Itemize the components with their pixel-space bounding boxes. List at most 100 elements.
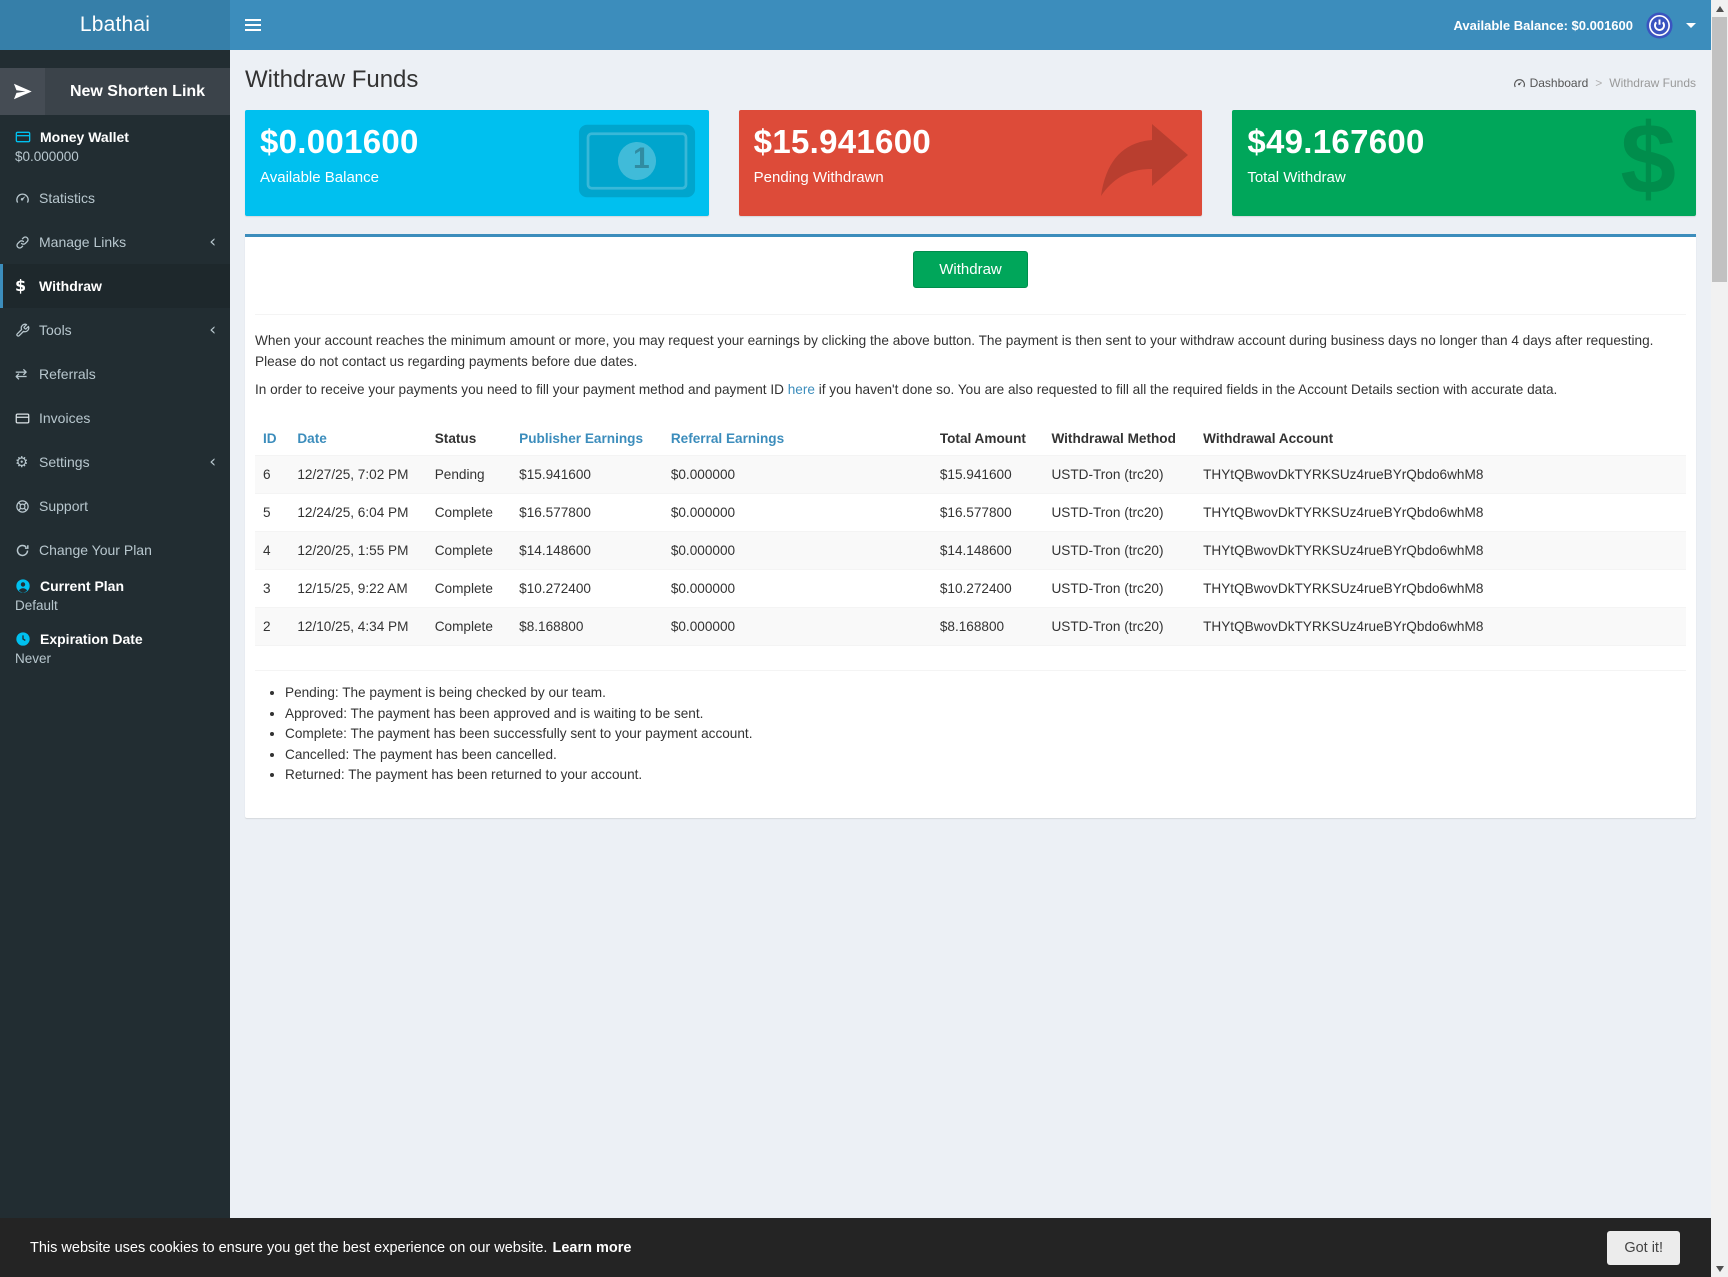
navbar: Available Balance: $0.001600 [230,0,1728,50]
col-header-withdrawal-account: Withdrawal Account [1195,422,1686,456]
learn-more-link[interactable]: Learn more [552,1240,631,1256]
life-ring-icon [15,499,39,514]
money-wallet-block: Money Wallet $0.000000 [0,115,230,166]
sidebar-item-label: Change Your Plan [39,542,152,558]
col-header-status: Status [427,422,511,456]
sidebar-item-label: Tools [39,322,72,338]
col-header-publisher-earnings[interactable]: Publisher Earnings [511,422,663,456]
withdraw-info-paragraph: When your account reaches the minimum am… [255,330,1686,372]
scroll-up-arrow-icon[interactable] [1711,0,1728,17]
available-balance-text: Available Balance: $0.001600 [1454,18,1633,33]
total-withdraw-card: $49.167600 Total Withdraw $ [1232,110,1696,216]
page-title: Withdraw Funds [245,66,418,94]
withdraw-button[interactable]: Withdraw [913,251,1028,288]
table-row: 2 12/10/25, 4:34 PM Complete $8.168800 $… [255,608,1686,646]
expiration-label: Expiration Date [40,631,143,647]
money-bill-one-glyph: 1 [633,142,650,176]
credit-card-icon [15,129,31,145]
navbar-right: Available Balance: $0.001600 [1454,12,1728,39]
breadcrumb-dashboard-link[interactable]: Dashboard [1513,76,1589,90]
clock-icon [15,631,31,647]
scrollbar-thumb[interactable] [1712,17,1727,282]
table-row: 3 12/15/25, 9:22 AM Complete $10.272400 … [255,570,1686,608]
divider [255,314,1686,315]
col-header-date[interactable]: Date [289,422,426,456]
vertical-scrollbar[interactable] [1711,0,1728,1277]
divider [255,670,1686,671]
top-bar: Lbathai Available Balance: $0.001600 [0,0,1728,50]
dollar-icon: $ [15,278,39,294]
user-circle-icon [15,578,31,594]
chevron-left-icon: ‹ [209,322,216,339]
sidebar-item-label: Withdraw [39,278,102,294]
col-header-total-amount: Total Amount [932,422,1044,456]
expiration-block: Expiration Date Never [0,615,230,668]
main-content: Withdraw Funds Dashboard > Withdraw Fund… [230,50,1728,1277]
sidebar-item-withdraw[interactable]: $ Withdraw [0,264,230,308]
legend-item: Pending: The payment is being checked by… [285,685,1686,700]
gears-icon: ⚙ [15,455,39,470]
sidebar-item-tools[interactable]: Tools ‹ [0,308,230,352]
got-it-button[interactable]: Got it! [1607,1231,1680,1265]
exchange-arrows-icon: ⇄ [15,367,39,382]
current-plan-label: Current Plan [40,578,124,594]
col-header-id[interactable]: ID [255,422,289,456]
share-arrow-icon [1094,116,1194,209]
here-link[interactable]: here [788,382,815,397]
sidebar-item-invoices[interactable]: Invoices [0,396,230,440]
sidebar-menu: Statistics Manage Links ‹ $ Withdraw Too… [0,176,230,572]
withdraw-panel: Withdraw When your account reaches the m… [245,234,1696,818]
sidebar-item-referrals[interactable]: ⇄ Referrals [0,352,230,396]
link-chain-icon [15,235,39,250]
breadcrumb-current: Withdraw Funds [1609,76,1696,90]
sidebar-item-label: Manage Links [39,234,126,250]
payment-method-paragraph: In order to receive your payments you ne… [255,379,1686,400]
money-wallet-value: $0.000000 [15,149,215,164]
new-shorten-link-button[interactable]: New Shorten Link [0,68,230,115]
stat-cards: $0.001600 Available Balance 1 $15.941600… [245,110,1696,216]
card-value: $49.167600 [1247,123,1681,161]
brand-logo[interactable]: Lbathai [0,0,230,50]
sidebar-toggle-button[interactable] [230,0,276,50]
available-balance-card: $0.001600 Available Balance 1 [245,110,709,216]
breadcrumb: Dashboard > Withdraw Funds [1513,76,1696,94]
card-label: Total Withdraw [1247,169,1681,186]
pending-withdrawn-card: $15.941600 Pending Withdrawn [739,110,1203,216]
new-shorten-link-label: New Shorten Link [45,68,230,115]
breadcrumb-separator: > [1595,76,1602,90]
wrench-icon [15,323,39,338]
sidebar-item-label: Settings [39,454,90,470]
legend-item: Returned: The payment has been returned … [285,767,1686,782]
sidebar-item-change-plan[interactable]: Change Your Plan [0,528,230,572]
chevron-down-icon[interactable] [1686,23,1696,28]
table-row: 4 12/20/25, 1:55 PM Complete $14.148600 … [255,532,1686,570]
sidebar-item-settings[interactable]: ⚙ Settings ‹ [0,440,230,484]
legend-item: Approved: The payment has been approved … [285,706,1686,721]
expiration-value: Never [15,651,215,666]
money-wallet-label: Money Wallet [40,129,129,145]
paper-plane-icon [0,68,45,115]
sidebar-item-support[interactable]: Support [0,484,230,528]
sidebar-item-statistics[interactable]: Statistics [0,176,230,220]
refresh-icon [15,543,39,558]
current-plan-block: Current Plan Default [0,572,230,615]
credit-card-icon [15,411,39,426]
cookie-banner: This website uses cookies to ensure you … [0,1218,1728,1277]
col-header-referral-earnings[interactable]: Referral Earnings [663,422,932,456]
sidebar-item-label: Referrals [39,366,96,382]
withdrawals-table: ID Date Status Publisher Earnings Referr… [255,422,1686,646]
tachometer-icon [15,191,39,206]
col-header-withdrawal-method: Withdrawal Method [1043,422,1195,456]
power-logout-icon[interactable] [1646,12,1673,39]
sidebar-item-label: Invoices [39,410,90,426]
current-plan-value: Default [15,598,215,613]
table-header-row: ID Date Status Publisher Earnings Referr… [255,422,1686,456]
table-row: 6 12/27/25, 7:02 PM Pending $15.941600 $… [255,456,1686,494]
sidebar: New Shorten Link Money Wallet $0.000000 … [0,50,230,1277]
sidebar-item-manage-links[interactable]: Manage Links ‹ [0,220,230,264]
status-legend-list: Pending: The payment is being checked by… [285,685,1686,782]
scroll-down-arrow-icon[interactable] [1711,1260,1728,1277]
cookie-text: This website uses cookies to ensure you … [30,1240,547,1256]
table-row: 5 12/24/25, 6:04 PM Complete $16.577800 … [255,494,1686,532]
sidebar-item-label: Statistics [39,190,95,206]
